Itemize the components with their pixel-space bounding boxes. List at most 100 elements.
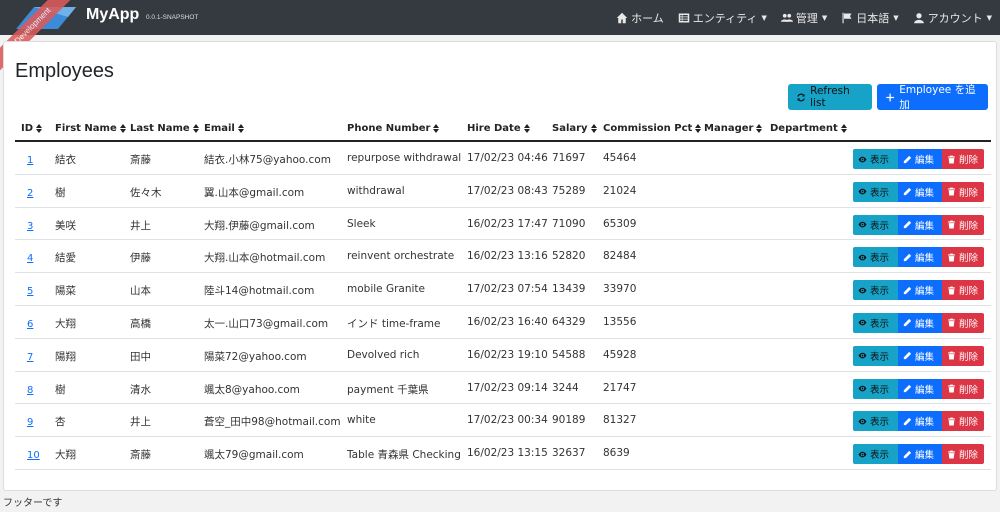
delete-button[interactable]: 削除	[942, 181, 984, 202]
edit-button[interactable]: 編集	[898, 378, 942, 399]
employee-id-link[interactable]: 9	[27, 417, 33, 428]
commission-cell: 8639	[603, 447, 630, 460]
col-header-hire-date[interactable]: Hire Date	[467, 123, 531, 134]
delete-button[interactable]: 削除	[942, 247, 984, 268]
edit-button[interactable]: 編集	[898, 247, 942, 268]
add-employee-button[interactable]: Employee を追加	[877, 84, 988, 111]
navbar: Development MyApp 0.0.1-SNAPSHOT ホーム エンテ…	[0, 0, 1000, 71]
home-icon	[616, 12, 628, 23]
nav-admin[interactable]: 管理 ▼	[780, 10, 827, 26]
employee-id-link[interactable]: 6	[27, 319, 33, 330]
plus-icon	[886, 93, 894, 101]
edit-button[interactable]: 編集	[898, 149, 942, 169]
delete-button[interactable]: 削除	[942, 411, 984, 432]
employee-id-link[interactable]: 3	[27, 221, 33, 232]
email-cell: 颯太8@yahoo.com	[204, 383, 300, 396]
salary-cell: 32637	[552, 447, 586, 460]
edit-label: 編集	[915, 220, 935, 232]
view-label: 表示	[870, 286, 890, 298]
nav-account[interactable]: アカウント ▼	[913, 10, 992, 26]
col-header-phone[interactable]: Phone Number	[347, 123, 440, 134]
nav-home[interactable]: ホーム	[616, 10, 664, 26]
table-row: 6 大翔 高橋 太一.山口73@gmail.com インド time-frame…	[15, 306, 991, 339]
col-header-first-name[interactable]: First Name	[55, 123, 127, 134]
col-header-commission[interactable]: Commission Pct	[603, 123, 702, 134]
first-name-cell: 樹	[55, 383, 66, 396]
refresh-list-label: Refresh list	[810, 85, 850, 109]
email-cell: 蒼空_田中98@hotmail.com	[204, 416, 341, 429]
phone-cell: repurpose withdrawal	[347, 152, 462, 164]
row-actions: 表示 編集 削除	[853, 411, 984, 432]
edit-button[interactable]: 編集	[898, 345, 942, 366]
view-button[interactable]: 表示	[853, 444, 898, 465]
view-button[interactable]: 表示	[853, 149, 898, 169]
employee-id-link[interactable]: 7	[27, 352, 33, 363]
table-row: 9 杏 井上 蒼空_田中98@hotmail.com white 17/02/2…	[15, 404, 991, 438]
col-header-manager[interactable]: Manager	[704, 123, 763, 134]
col-header-id[interactable]: ID	[21, 123, 43, 134]
phone-cell: payment 千葉県	[347, 383, 429, 396]
col-header-label: Salary	[552, 123, 588, 134]
delete-button[interactable]: 削除	[942, 280, 984, 301]
commission-cell: 65309	[603, 217, 637, 230]
employee-id-link[interactable]: 4	[27, 253, 33, 264]
sort-icon	[840, 123, 848, 134]
nav-language[interactable]: 日本語 ▼	[841, 10, 899, 26]
col-header-label: Department	[770, 123, 838, 134]
table-body: 1 結衣 斎藤 結衣.小林75@yahoo.com repurpose with…	[15, 142, 991, 470]
employee-id-link[interactable]: 5	[27, 286, 33, 297]
delete-button[interactable]: 削除	[942, 378, 984, 399]
view-button[interactable]: 表示	[853, 345, 898, 366]
view-button[interactable]: 表示	[853, 378, 898, 399]
trash-icon	[948, 384, 955, 393]
delete-button[interactable]: 削除	[942, 149, 984, 169]
add-employee-label: Employee を追加	[899, 84, 976, 111]
eye-icon	[858, 352, 867, 359]
nav-entities[interactable]: エンティティ ▼	[678, 10, 767, 26]
edit-button[interactable]: 編集	[898, 411, 942, 432]
hire-date-cell: 16/02/23 19:10	[467, 348, 548, 361]
col-header-label: Commission Pct	[603, 123, 693, 134]
edit-label: 編集	[915, 417, 935, 429]
view-button[interactable]: 表示	[853, 280, 898, 301]
view-label: 表示	[870, 318, 890, 330]
employee-id-link[interactable]: 1	[27, 155, 33, 166]
edit-button[interactable]: 編集	[898, 181, 942, 202]
edit-button[interactable]: 編集	[898, 312, 942, 333]
commission-cell: 33970	[603, 283, 637, 296]
view-label: 表示	[870, 351, 890, 363]
col-header-label: Manager	[704, 123, 754, 134]
view-label: 表示	[870, 253, 890, 265]
employee-id-link[interactable]: 10	[27, 450, 40, 461]
refresh-list-button[interactable]: Refresh list	[788, 84, 872, 110]
brand-name[interactable]: MyApp	[86, 6, 139, 24]
last-name-cell: 井上	[130, 219, 151, 232]
view-button[interactable]: 表示	[853, 214, 898, 235]
hire-date-cell: 16/02/23 17:47	[467, 217, 548, 230]
employee-id-link[interactable]: 8	[27, 385, 33, 396]
nav-language-label: 日本語	[856, 11, 890, 25]
sort-icon	[237, 123, 245, 134]
trash-icon	[948, 253, 955, 262]
main-card: Employees Refresh list Employee を追加 ID F…	[3, 41, 997, 491]
delete-button[interactable]: 削除	[942, 312, 984, 333]
col-header-salary[interactable]: Salary	[552, 123, 598, 134]
view-button[interactable]: 表示	[853, 312, 898, 333]
email-cell: 結衣.小林75@yahoo.com	[204, 154, 331, 166]
col-header-email[interactable]: Email	[204, 123, 245, 134]
delete-button[interactable]: 削除	[942, 444, 984, 465]
row-actions: 表示 編集 削除	[853, 444, 984, 465]
view-button[interactable]: 表示	[853, 411, 898, 432]
edit-button[interactable]: 編集	[898, 444, 942, 465]
view-button[interactable]: 表示	[853, 181, 898, 202]
col-header-last-name[interactable]: Last Name	[130, 123, 200, 134]
delete-button[interactable]: 削除	[942, 214, 984, 235]
col-header-department[interactable]: Department	[770, 123, 848, 134]
phone-cell: Table 青森県 Checking	[347, 449, 461, 462]
edit-button[interactable]: 編集	[898, 280, 942, 301]
view-button[interactable]: 表示	[853, 247, 898, 268]
edit-button[interactable]: 編集	[898, 214, 942, 235]
delete-button[interactable]: 削除	[942, 345, 984, 366]
employee-id-link[interactable]: 2	[27, 188, 33, 199]
delete-label: 削除	[959, 450, 979, 462]
